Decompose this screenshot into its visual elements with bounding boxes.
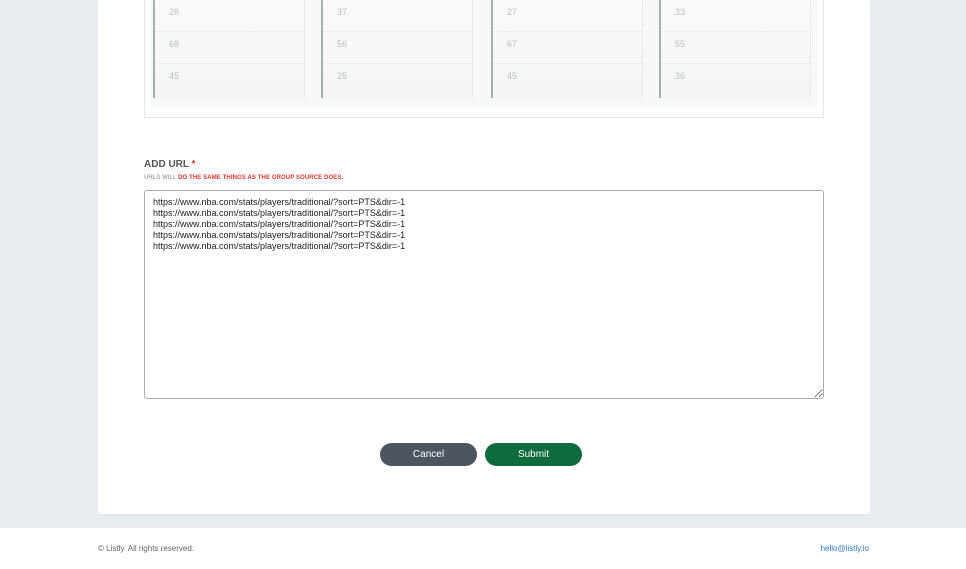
page-footer: © Listly. All rights reserved. hello@lis… <box>0 528 966 569</box>
preview-cell: 36 <box>675 71 686 81</box>
preview-cell: 33 <box>661 0 810 32</box>
url-textarea[interactable]: https://www.nba.com/stats/players/tradit… <box>144 190 824 399</box>
form-card: 28 68 45 37 56 25 27 67 45 33 55 36 ADD … <box>98 0 870 514</box>
hint-emphasis: DO THE SAME THINGS AS THE GROUP SOURCE D… <box>178 175 344 181</box>
data-preview-panel: 28 68 45 37 56 25 27 67 45 33 55 36 <box>144 0 824 118</box>
preview-column-4: 33 55 36 <box>659 0 811 98</box>
preview-cell: 68 <box>155 32 304 64</box>
add-url-hint: URLS WILL DO THE SAME THINGS AS THE GROU… <box>144 175 343 181</box>
add-url-title: ADD URL <box>144 159 189 170</box>
hint-prefix: URLS WILL <box>144 175 179 181</box>
preview-cell: 25 <box>337 71 348 81</box>
preview-column-1: 28 68 45 <box>153 0 305 98</box>
preview-cell: 56 <box>323 32 472 64</box>
preview-column-2: 37 56 25 <box>321 0 473 98</box>
preview-cell: 28 <box>155 0 304 32</box>
preview-column-3: 27 67 45 <box>491 0 643 98</box>
add-url-heading: ADD URL * <box>144 159 196 170</box>
preview-cell: 37 <box>323 0 472 32</box>
data-preview-grid: 28 68 45 37 56 25 27 67 45 33 55 36 <box>151 0 817 108</box>
preview-cell: 27 <box>493 0 642 32</box>
required-asterisk: * <box>191 159 196 170</box>
copyright-text: © Listly. All rights reserved. <box>98 544 194 553</box>
preview-cell: 67 <box>493 32 642 64</box>
cancel-button[interactable]: Cancel <box>380 443 477 466</box>
preview-cell: 45 <box>507 71 518 81</box>
preview-cell: 55 <box>661 32 810 64</box>
contact-email-link[interactable]: hello@listly.io <box>821 544 869 553</box>
preview-cell: 45 <box>169 71 180 81</box>
submit-button[interactable]: Submit <box>485 443 582 466</box>
